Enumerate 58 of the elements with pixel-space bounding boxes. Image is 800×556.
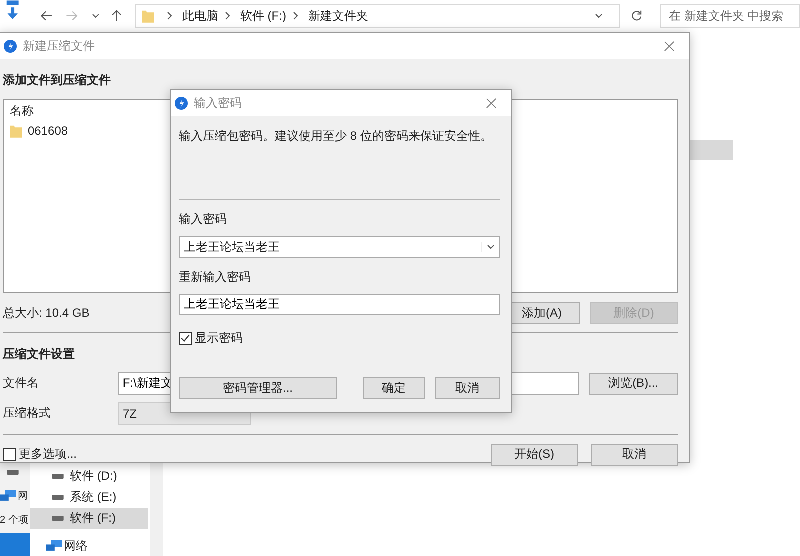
folder-icon	[142, 9, 154, 23]
refresh-icon[interactable]	[630, 9, 644, 23]
chevron-down-icon	[481, 242, 496, 252]
nav-item[interactable]: 网络	[30, 536, 142, 556]
field-label: 输入密码	[179, 211, 228, 228]
description-text: 输入压缩包密码。建议使用至少 8 位的密码来保证安全性。	[179, 128, 494, 145]
drive-icon	[52, 495, 64, 500]
chevron-down-icon[interactable]	[91, 11, 101, 21]
more-options-checkbox[interactable]: 更多选项...	[3, 446, 478, 463]
browse-button[interactable]: 浏览(B)...	[589, 372, 678, 394]
field-label: 压缩格式	[3, 405, 52, 422]
dialog-button[interactable]: 开始(S)	[491, 444, 578, 466]
network-label[interactable]: 网	[18, 489, 28, 503]
field-label: 重新输入密码	[179, 269, 252, 286]
drive-icon	[7, 470, 19, 475]
status-text: 2 个项	[0, 514, 30, 527]
search-field[interactable]: 在 新建文件夹 中搜索	[660, 4, 800, 28]
nav-item[interactable]: 软件 (F:)	[30, 508, 148, 529]
window-title: 输入密码	[194, 94, 242, 112]
back-arrow-icon[interactable]	[40, 9, 54, 23]
chevron-down-icon[interactable]	[594, 11, 604, 21]
app-icon	[175, 96, 188, 110]
scrollbar[interactable]	[150, 462, 163, 556]
password-field[interactable]: 上老王论坛当老王	[179, 294, 500, 315]
dialog-button[interactable]: 取消	[591, 444, 678, 466]
breadcrumb[interactable]: 新建文件夹	[308, 8, 368, 24]
address-bar[interactable]: 此电脑 软件 (F:) 新建文件夹	[135, 4, 620, 28]
field-label: 文件名	[3, 375, 40, 392]
window-title: 新建压缩文件	[23, 38, 95, 54]
up-arrow-icon[interactable]	[110, 9, 124, 23]
checkmark-icon	[180, 333, 191, 344]
column-header[interactable]: 名称	[10, 102, 34, 120]
drive-icon	[52, 516, 64, 521]
breadcrumb[interactable]: 此电脑	[182, 8, 218, 24]
breadcrumb[interactable]: 软件 (F:)	[240, 8, 286, 24]
dialog-button[interactable]: 密码管理器...	[179, 377, 337, 399]
show-password-checkbox[interactable]: 显示密码	[179, 330, 500, 347]
nav-item[interactable]: 软件 (D:)	[30, 466, 148, 487]
network-icon	[0, 490, 16, 502]
nav-item[interactable]: 系统 (E:)	[30, 487, 148, 508]
file-name[interactable]: 061608	[28, 124, 68, 138]
download-icon	[6, 0, 20, 22]
chevron-right-icon	[224, 11, 232, 21]
folder-icon	[10, 124, 22, 138]
chevron-right-icon	[166, 11, 174, 21]
close-icon[interactable]	[486, 98, 497, 108]
section-heading: 压缩文件设置	[3, 346, 76, 363]
selection-highlight	[690, 140, 733, 160]
network-icon	[46, 540, 62, 553]
dialog-button[interactable]: 取消	[435, 377, 500, 399]
password-combo[interactable]: 上老王论坛当老王	[179, 236, 500, 258]
drive-icon	[52, 474, 64, 479]
app-icon	[4, 40, 17, 52]
total-size: 总大小: 10.4 GB	[3, 304, 91, 322]
dialog-button[interactable]: 确定	[363, 377, 425, 399]
chevron-right-icon	[292, 11, 300, 21]
section-heading: 添加文件到压缩文件	[3, 72, 112, 89]
close-icon[interactable]	[664, 40, 675, 52]
